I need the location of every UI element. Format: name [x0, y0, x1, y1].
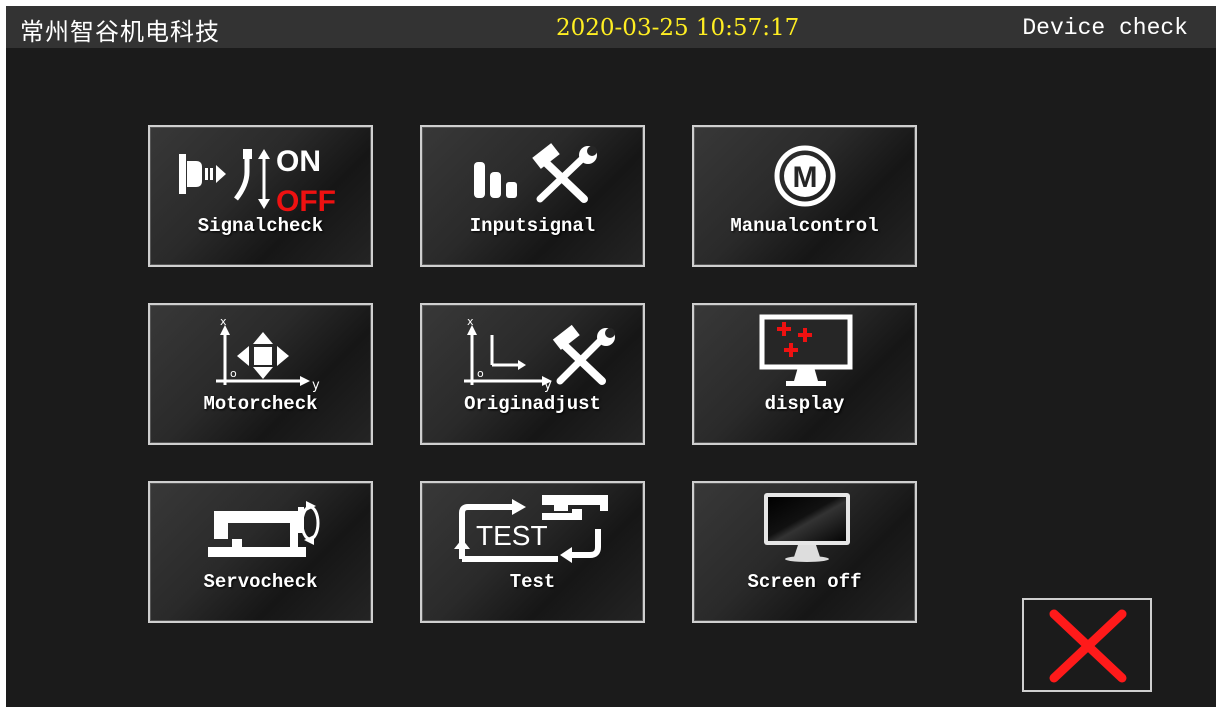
tile-label: Manualcontrol: [730, 215, 879, 237]
signal-check-button[interactable]: ON OFF Signalcheck: [148, 125, 373, 267]
tile-label: Test: [509, 571, 556, 593]
monitor-off-icon: [764, 493, 850, 562]
m-letter: M: [793, 161, 818, 194]
monitor-crosses-icon: [759, 314, 853, 386]
brand-name: 常州智谷机电科技: [20, 18, 220, 46]
tile-label: Servocheck: [203, 571, 318, 593]
input-signal-button[interactable]: Inputsignal: [420, 125, 645, 267]
tile-label: Motorcheck: [203, 393, 318, 415]
svg-text:x: x: [467, 315, 474, 328]
tile-label: Screen off: [747, 571, 862, 593]
signal-on-off-icon: ON OFF: [179, 145, 336, 218]
close-x-icon: [1049, 609, 1127, 683]
tile-label: Originadjust: [464, 393, 601, 415]
tile-label: Inputsignal: [469, 215, 596, 237]
tile-label: Signalcheck: [197, 215, 324, 237]
screen: 常州智谷机电科技 2020-03-25 10:57:17 Device chec…: [6, 6, 1216, 707]
on-text: ON: [276, 145, 321, 178]
test-text: TEST: [476, 520, 548, 551]
svg-text:o: o: [230, 367, 237, 380]
test-button[interactable]: TEST Test: [420, 481, 645, 623]
axis-move-icon: x y o: [216, 315, 320, 393]
origin-adjust-button[interactable]: x y o Originadjust: [420, 303, 645, 445]
off-text: OFF: [276, 185, 336, 218]
date-time: 2020-03-25 10:57:17: [556, 15, 800, 41]
svg-text:y: y: [544, 378, 552, 393]
display-button[interactable]: display: [692, 303, 917, 445]
axis-tools-icon: x y o: [464, 315, 615, 393]
close-button[interactable]: [1022, 598, 1152, 692]
svg-text:x: x: [220, 315, 227, 328]
test-cycle-icon: TEST: [454, 495, 608, 563]
manual-m-icon: M: [774, 145, 836, 207]
svg-text:o: o: [477, 367, 484, 380]
bars-tools-icon: [474, 143, 597, 203]
header-bar: 常州智谷机电科技 2020-03-25 10:57:17 Device chec…: [6, 6, 1216, 48]
page-title: Device check: [1022, 15, 1188, 41]
tile-label: display: [764, 393, 845, 415]
sewing-machine-rotate-icon: [208, 501, 320, 557]
manual-control-button[interactable]: M Manualcontrol: [692, 125, 917, 267]
svg-text:y: y: [312, 378, 320, 393]
servo-check-button[interactable]: Servocheck: [148, 481, 373, 623]
motor-check-button[interactable]: x y o Motorcheck: [148, 303, 373, 445]
screen-off-button[interactable]: Screen off: [692, 481, 917, 623]
